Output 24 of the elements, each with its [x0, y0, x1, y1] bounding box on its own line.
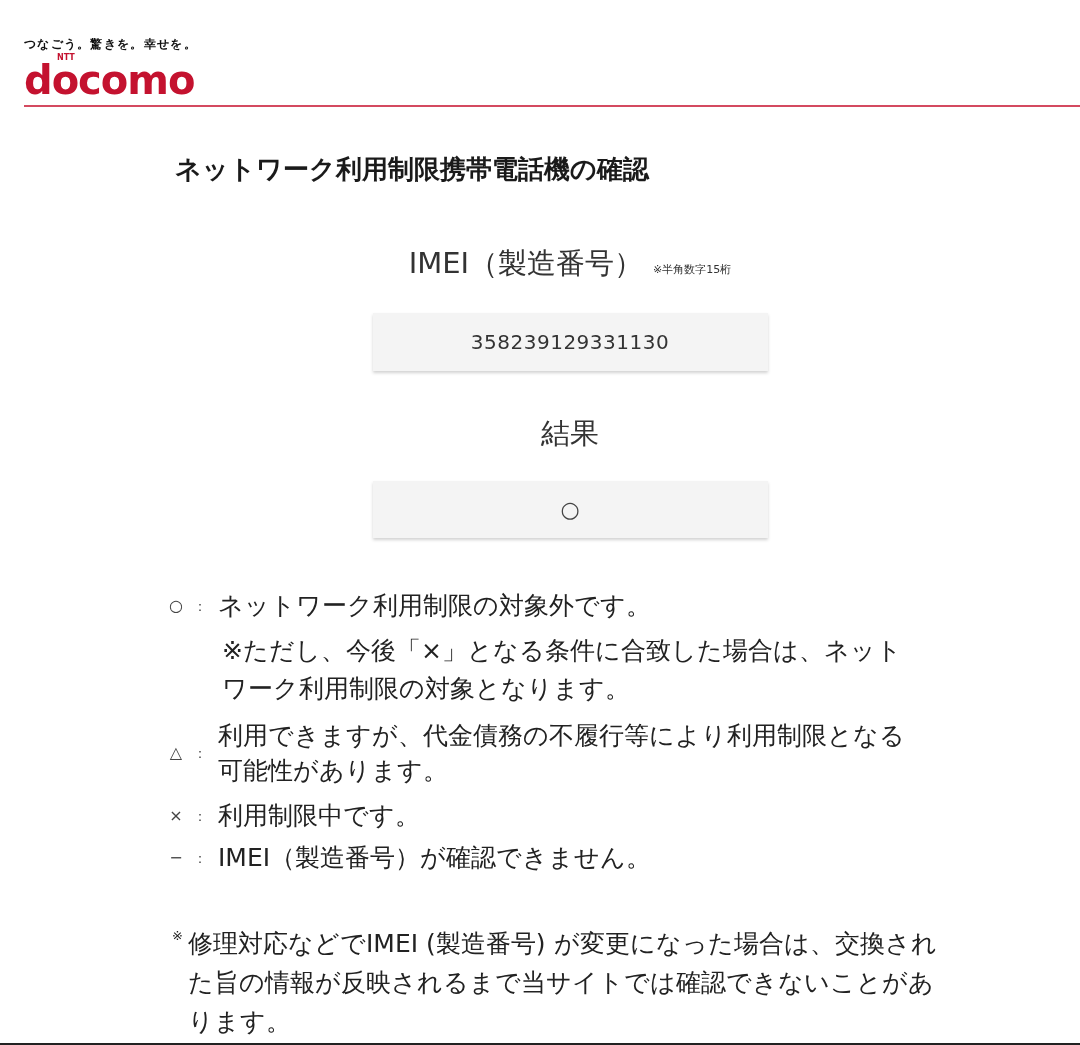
legend-note: ※ただし、今後「×」となる条件に合致した場合は、ネット ワーク利用制限の対象となります。 — [222, 635, 902, 705]
logo-small-text: NTT — [57, 54, 75, 62]
legend-symbol: △ — [168, 743, 184, 763]
legend-description: ネットワーク利用制限の対象外です。 — [218, 590, 651, 622]
footnote-mark: ※ — [172, 928, 184, 944]
legend-symbol: − — [168, 848, 184, 868]
footnote-text: 修理対応などでIMEI (製造番号) が変更になった場合は、交換され た旨の情報が反映されるまで当サイトでは確認できないことがあ ります。 — [188, 928, 937, 1038]
imei-format-note: ※半角数字15桁 — [653, 263, 732, 277]
legend-separator: ： — [192, 807, 208, 826]
tagline: つなごう。驚きを。幸せを。 — [24, 36, 197, 52]
legend-symbol: × — [168, 806, 184, 826]
page-title: ネットワーク利用制限携帯電話機の確認 — [175, 153, 649, 186]
result-field: ○ — [372, 481, 768, 538]
legend-symbol: ○ — [168, 596, 184, 616]
legend-description: 利用制限中です。 — [218, 800, 420, 832]
legend-separator: ： — [192, 744, 208, 763]
logo-wordmark: docomo — [24, 60, 195, 100]
result-label: 結果 — [541, 415, 599, 452]
legend-description: 利用できますが、代金債務の不履行等により利用制限となる 可能性があります。 — [218, 720, 905, 787]
legend-description: IMEI（製造番号）が確認できません。 — [218, 842, 652, 874]
legend-separator: ： — [192, 597, 208, 616]
imei-label: IMEI（製造番号） — [408, 245, 644, 282]
legend-separator: ： — [192, 849, 208, 868]
imei-input-field[interactable]: 358239129331130 — [372, 313, 768, 371]
